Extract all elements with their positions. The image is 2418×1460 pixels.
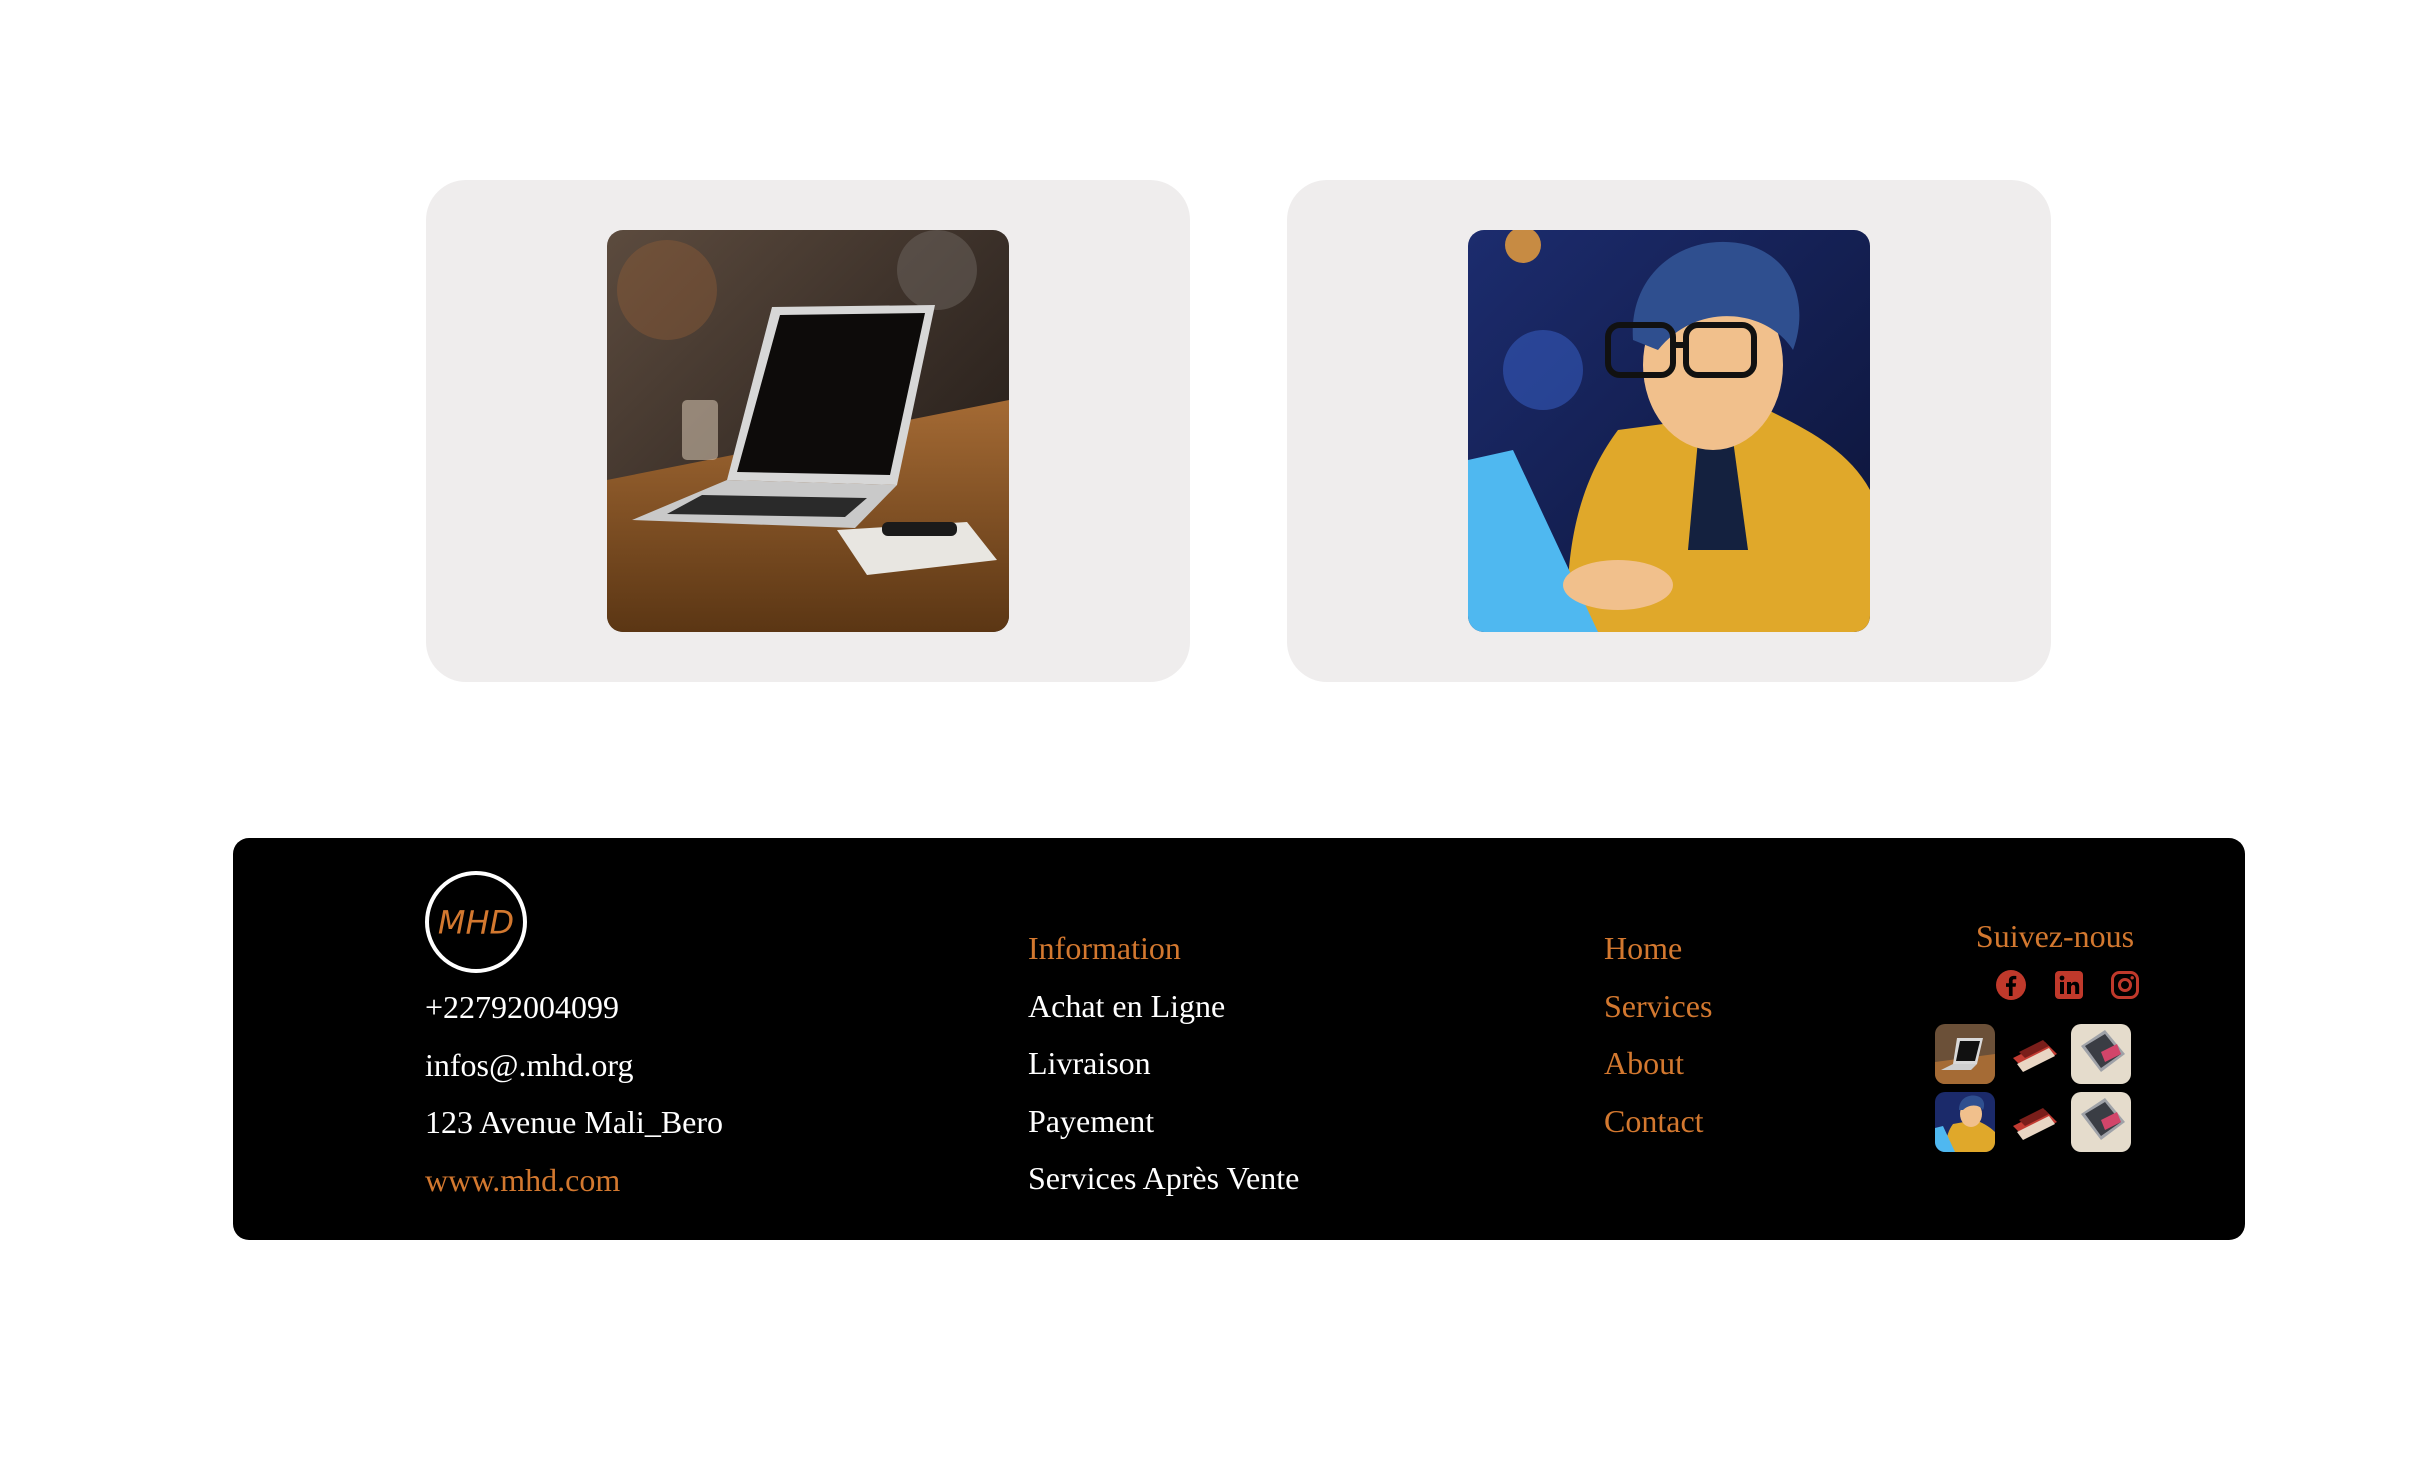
mhd-logo[interactable]: MHD — [425, 871, 527, 973]
nav-link-contact[interactable]: Contact — [1604, 1093, 1712, 1151]
contact-email: infos@.mhd.org — [425, 1046, 634, 1083]
gallery-thumb-red-laptop-2[interactable] — [2005, 1092, 2065, 1152]
information-column: Information Achat en Ligne Livraison Pay… — [1028, 920, 1299, 1208]
info-link-payement[interactable]: Payement — [1028, 1093, 1299, 1151]
nav-link-about[interactable]: About — [1604, 1035, 1712, 1093]
child-coder-photo — [1468, 230, 1870, 632]
image-card-child-coder — [1287, 180, 2051, 682]
gallery-thumb-silver-laptop[interactable] — [2071, 1024, 2131, 1084]
linkedin-icon[interactable] — [2053, 969, 2085, 1001]
information-heading: Information — [1028, 930, 1181, 966]
contact-column: +22792004099 infos@.mhd.org 123 Avenue M… — [425, 979, 723, 1209]
gallery-thumb-laptop[interactable] — [1935, 1024, 1995, 1084]
info-link-livraison[interactable]: Livraison — [1028, 1035, 1299, 1093]
info-link-sav[interactable]: Services Après Vente — [1028, 1150, 1299, 1208]
site-footer: MHD +22792004099 infos@.mhd.org 123 Aven… — [233, 838, 2245, 1240]
gallery-thumb-child-coder[interactable] — [1935, 1092, 1995, 1152]
image-card-laptop — [426, 180, 1190, 682]
nav-column: Home Services About Contact — [1604, 920, 1712, 1150]
nav-link-services[interactable]: Services — [1604, 978, 1712, 1036]
footer-gallery — [1935, 1024, 2135, 1164]
contact-address: 123 Avenue Mali_Bero — [425, 1104, 724, 1140]
facebook-icon[interactable] — [1995, 969, 2027, 1001]
info-link-achat[interactable]: Achat en Ligne — [1028, 978, 1299, 1036]
follow-heading: Suivez-nous — [1975, 918, 2135, 954]
gallery-thumb-silver-laptop-2[interactable] — [2071, 1092, 2131, 1152]
gallery-thumb-red-laptop[interactable] — [2005, 1024, 2065, 1084]
nav-link-home[interactable]: Home — [1604, 920, 1712, 978]
svg-text:MHD: MHD — [438, 903, 514, 941]
contact-phone: +22792004099 — [425, 989, 620, 1025]
social-icons — [1965, 969, 2145, 1009]
instagram-icon[interactable] — [2109, 969, 2141, 1001]
website-link[interactable]: www.mhd.com — [425, 1152, 723, 1210]
laptop-photo — [607, 230, 1009, 632]
